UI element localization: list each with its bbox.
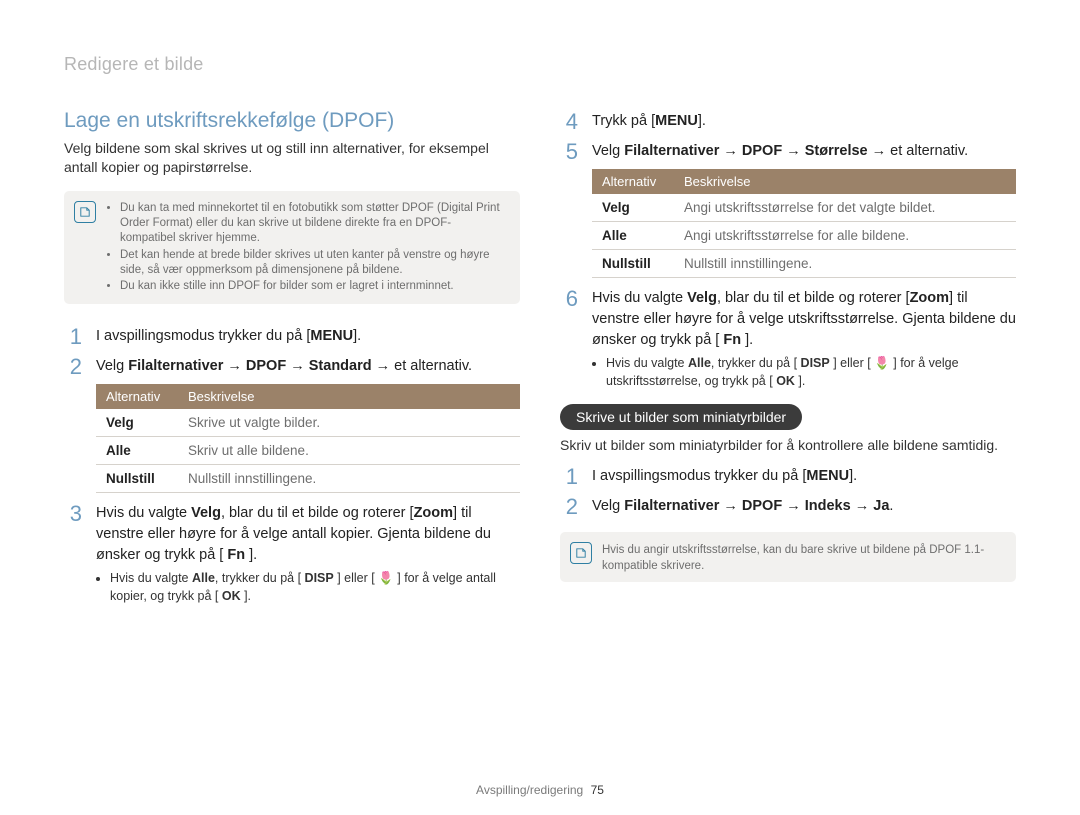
step-sub-item: Hvis du valgte Alle, trykker du på [ DIS… — [110, 570, 520, 605]
mini-step-2: 2 Velg Filalternativer → DPOF → Indeks →… — [560, 496, 1016, 518]
footer-section-name: Avspilling/redigering — [476, 783, 583, 797]
note-text: Hvis du angir utskriftsstørrelse, kan du… — [602, 540, 1002, 574]
note-item: Du kan ikke stille inn DPOF for bilder s… — [120, 279, 506, 294]
note-box-1: Du kan ta med minnekortet til en fotobut… — [64, 191, 520, 305]
page-footer: Avspilling/redigering 75 — [0, 783, 1080, 797]
step-sub-item: Hvis du valgte Alle, trykker du på [ DIS… — [606, 355, 1016, 390]
table-row: AlleSkriv ut alle bildene. — [96, 437, 520, 465]
step-body: Hvis du valgte Velg, blar du til et bild… — [96, 503, 520, 605]
step-number: 2 — [560, 496, 578, 518]
intro-paragraph: Velg bildene som skal skrives ut og stil… — [64, 139, 520, 177]
step-number: 5 — [560, 141, 578, 163]
options-table-2: Alternativ Beskrivelse VelgAngi utskrift… — [592, 169, 1016, 278]
column-left: Lage en utskriftsrekkefølge (DPOF) Velg … — [64, 109, 520, 609]
sub-section-pill: Skrive ut bilder som miniatyrbilder — [560, 404, 802, 430]
step-body: Velg Filalternativer → DPOF → Størrelse … — [592, 141, 1016, 163]
note-box-2: Hvis du angir utskriftsstørrelse, kan du… — [560, 532, 1016, 582]
step-body: Velg Filalternativer → DPOF → Indeks → J… — [592, 496, 1016, 518]
flower-icon: 🌷 — [378, 571, 394, 585]
step-4: 4 Trykk på [MENU]. — [560, 111, 1016, 133]
step-6: 6 Hvis du valgte Velg, blar du til et bi… — [560, 288, 1016, 390]
flower-icon: 🌷 — [874, 356, 890, 370]
sub-section-intro: Skriv ut bilder som miniatyrbilder for å… — [560, 436, 1016, 456]
document-page: Redigere et bilde Lage en utskriftsrekke… — [0, 0, 1080, 815]
step-body: I avspillingsmodus trykker du på [MENU]. — [592, 466, 1016, 488]
note-icon — [74, 201, 96, 223]
step-5: 5 Velg Filalternativer → DPOF → Størrels… — [560, 141, 1016, 163]
note-icon — [570, 542, 592, 564]
table-row: VelgSkrive ut valgte bilder. — [96, 409, 520, 437]
table-header: Beskrivelse — [178, 384, 520, 409]
table-row: NullstillNullstill innstillingene. — [96, 465, 520, 493]
step-sub-list: Hvis du valgte Alle, trykker du på [ DIS… — [592, 355, 1016, 390]
note-list: Du kan ta med minnekortet til en fotobut… — [106, 199, 506, 297]
section-title: Lage en utskriftsrekkefølge (DPOF) — [64, 109, 520, 133]
step-number: 3 — [64, 503, 82, 605]
step-number: 4 — [560, 111, 578, 133]
mini-step-1: 1 I avspillingsmodus trykker du på [MENU… — [560, 466, 1016, 488]
table-row: VelgAngi utskriftsstørrelse for det valg… — [592, 194, 1016, 222]
step-2: 2 Velg Filalternativer → DPOF → Standard… — [64, 356, 520, 378]
step-body: I avspillingsmodus trykker du på [MENU]. — [96, 326, 520, 348]
table-row: AlleAngi utskriftsstørrelse for alle bil… — [592, 222, 1016, 250]
step-body: Trykk på [MENU]. — [592, 111, 1016, 133]
menu-key: MENU — [655, 111, 698, 132]
step-body: Hvis du valgte Velg, blar du til et bild… — [592, 288, 1016, 390]
step-1: 1 I avspillingsmodus trykker du på [MENU… — [64, 326, 520, 348]
two-column-layout: Lage en utskriftsrekkefølge (DPOF) Velg … — [64, 109, 1016, 609]
step-number: 2 — [64, 356, 82, 378]
breadcrumb: Redigere et bilde — [64, 54, 1016, 75]
table-row: NullstillNullstill innstillingene. — [592, 250, 1016, 278]
menu-key: MENU — [310, 326, 353, 347]
menu-key: MENU — [806, 466, 849, 487]
note-item: Det kan hende at brede bilder skrives ut… — [120, 248, 506, 278]
column-right: 4 Trykk på [MENU]. 5 Velg Filalternative… — [560, 109, 1016, 609]
step-3: 3 Hvis du valgte Velg, blar du til et bi… — [64, 503, 520, 605]
table-header: Alternativ — [592, 169, 674, 194]
note-item: Du kan ta med minnekortet til en fotobut… — [120, 201, 506, 246]
page-number: 75 — [591, 783, 604, 797]
step-number: 1 — [560, 466, 578, 488]
options-table-1: Alternativ Beskrivelse VelgSkrive ut val… — [96, 384, 520, 493]
table-header: Alternativ — [96, 384, 178, 409]
step-body: Velg Filalternativer → DPOF → Standard →… — [96, 356, 520, 378]
table-header: Beskrivelse — [674, 169, 1016, 194]
step-sub-list: Hvis du valgte Alle, trykker du på [ DIS… — [96, 570, 520, 605]
step-number: 6 — [560, 288, 578, 390]
step-number: 1 — [64, 326, 82, 348]
